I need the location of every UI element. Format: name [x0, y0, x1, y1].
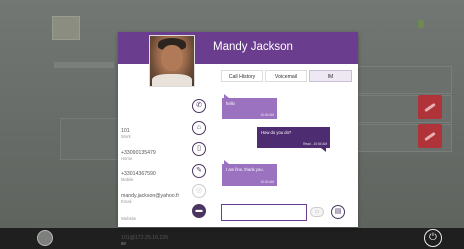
message-outgoing: How do you do? Read - 10:54 AM — [257, 127, 330, 152]
detail-email: mandy.jackson@yahoo.fr Email — [121, 193, 179, 204]
background-panel — [60, 118, 120, 160]
contact-name: Mandy Jackson — [213, 41, 293, 53]
start-button[interactable] — [37, 230, 53, 246]
detail-work: 101 Work — [121, 128, 131, 139]
detail-type: Email — [121, 199, 132, 204]
power-icon[interactable]: ⏻ — [424, 229, 442, 247]
message-incoming: hello 10:54 AM — [222, 94, 277, 119]
detail-mobile: +33014367590 Mobile — [121, 171, 156, 182]
detail-im: 101@172.25.16.226 IM — [121, 235, 168, 246]
detail-home: +33090135479 Home — [121, 150, 156, 161]
message-incoming: I am fine, thank you. 10:54 AM — [222, 160, 277, 186]
message-text: hello — [226, 101, 235, 106]
detail-type: Home — [121, 156, 133, 161]
mobile-icon[interactable]: ▯ — [192, 142, 206, 156]
chat-icon[interactable]: ▬ — [192, 204, 206, 218]
send-button[interactable]: ▭ — [310, 207, 324, 217]
detail-type: Website — [121, 216, 137, 221]
contact-card: Mandy Jackson 101 Work +33090135479 Home… — [118, 32, 358, 246]
tab-call-history[interactable]: Call History — [221, 70, 263, 82]
background-thumbnail — [52, 16, 80, 40]
detail-type: Work — [121, 134, 131, 139]
home-icon[interactable]: ⌂ — [192, 121, 206, 135]
message-text: How do you do? — [261, 130, 292, 135]
chat-area: hello 10:54 AM How do you do? Read - 10:… — [222, 86, 352, 201]
detail-value: 101@172.25.16.226 — [121, 235, 169, 241]
background-bar — [54, 62, 114, 68]
hangup-icon — [418, 95, 442, 119]
taskbar — [0, 228, 464, 249]
message-text: I am fine, thank you. — [226, 167, 264, 172]
trash-icon[interactable]: ▤ — [331, 205, 345, 219]
tab-im[interactable]: IM — [309, 70, 352, 82]
message-time: 10:54 AM — [260, 113, 274, 117]
hangup-icon — [418, 124, 442, 148]
detail-type: IM — [121, 241, 126, 246]
tab-voicemail[interactable]: Voicemail — [265, 70, 307, 82]
avatar — [149, 35, 195, 87]
phone-icon[interactable]: ✆ — [192, 99, 206, 113]
message-time: 10:54 AM — [260, 180, 274, 184]
background-row — [350, 66, 452, 94]
tag-icon[interactable]: ✎ — [192, 164, 206, 178]
detail-type: Mobile — [121, 177, 134, 182]
detail-website: Website — [121, 216, 136, 221]
background-indicator — [418, 20, 424, 28]
tab-bar: Call History Voicemail IM — [221, 70, 352, 82]
message-input[interactable] — [221, 204, 307, 221]
message-time: Read - 10:54 AM — [303, 142, 327, 146]
globe-icon: ◎ — [192, 184, 206, 198]
